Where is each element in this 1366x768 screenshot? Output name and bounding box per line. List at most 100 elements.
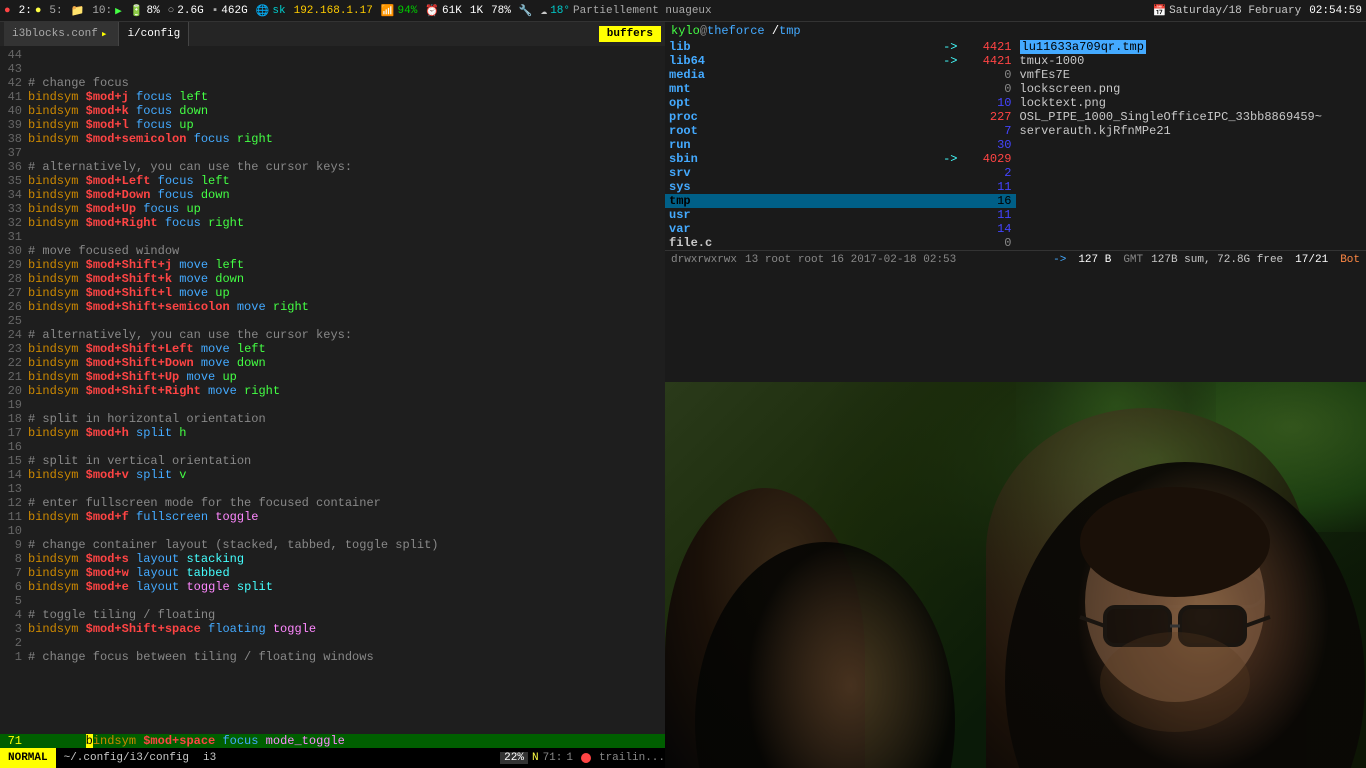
line-number: 40 <box>0 104 28 118</box>
file-browser[interactable]: kylo@theforce /tmp lib-> 4421lib64-> 442… <box>665 22 1366 382</box>
scene-svg <box>665 382 1366 768</box>
fb-entry-size: 11 <box>962 208 1012 222</box>
fb-entry[interactable]: run30 <box>665 138 1016 152</box>
fb-entry[interactable]: proc227 <box>665 110 1016 124</box>
line-content: bindsym $mod+Shift+l move up <box>28 286 665 300</box>
fb-entry[interactable]: sbin-> 4029 <box>665 152 1016 166</box>
code-line: 17bindsym $mod+h split h <box>0 426 665 440</box>
fb-entry[interactable]: lib-> 4421 <box>665 40 1016 54</box>
wifi-pct: 94% <box>398 5 418 17</box>
code-line: 22bindsym $mod+Shift+Down move down <box>0 356 665 370</box>
line-number: 4 <box>0 608 28 622</box>
fb-entry-arrow: -> <box>922 152 962 166</box>
editor-content[interactable]: 44 43 42# change focus41bindsym $mod+j f… <box>0 46 665 734</box>
line-number: 41 <box>0 90 28 104</box>
fb-entry-name: root <box>669 124 962 138</box>
line-number: 24 <box>0 328 28 342</box>
fb-entry-size: 30 <box>962 138 1012 152</box>
tab-iconfig-label: i/config <box>127 28 180 40</box>
status-col: 1 <box>566 752 573 764</box>
clock-icon: ⏰ <box>425 4 439 18</box>
fb-left-col: lib-> 4421lib64-> 4421media0mnt0opt10pro… <box>665 40 1016 250</box>
code-line: 5 <box>0 594 665 608</box>
workspace-1[interactable]: ● <box>4 5 11 17</box>
code-line: 28bindsym $mod+Shift+k move down <box>0 272 665 286</box>
line-content: # alternatively, you can use the cursor … <box>28 160 665 174</box>
fb-footer-perms: drwxrwxrwx <box>671 253 737 267</box>
tab-iconfig[interactable]: i/config <box>119 22 189 46</box>
fb-right-value: lu11633a709qr.tmp <box>1020 40 1146 54</box>
fb-entry[interactable]: sys11 <box>665 180 1016 194</box>
fb-entry[interactable]: lib64-> 4421 <box>665 54 1016 68</box>
weather-desc: Partiellement nuageux <box>573 5 712 17</box>
line-content <box>28 594 665 608</box>
tab-buffers[interactable]: buffers <box>599 26 661 42</box>
fb-entry[interactable]: usr11 <box>665 208 1016 222</box>
fb-entry[interactable]: var14 <box>665 222 1016 236</box>
line-number: 36 <box>0 160 28 174</box>
wrench-item: 🔧 <box>519 4 533 18</box>
code-line: 16 <box>0 440 665 454</box>
code-line: 29bindsym $mod+Shift+j move left <box>0 258 665 272</box>
workspace-2[interactable]: 2: ● <box>19 5 42 17</box>
line-number: 11 <box>0 510 28 524</box>
fb-entry-name: file.c <box>669 236 962 250</box>
fb-entry-name: mnt <box>669 82 962 96</box>
code-line: 31 <box>0 230 665 244</box>
editor-tabs: i3blocks.conf ▸ i/config buffers <box>0 22 665 46</box>
workspace-2-label: 2: <box>19 5 32 17</box>
workspace-5-label: 5: <box>49 5 62 17</box>
fb-entry[interactable]: file.c0 <box>665 236 1016 250</box>
code-line: 23bindsym $mod+Shift+Left move left <box>0 342 665 356</box>
code-line: 12# enter fullscreen mode for the focuse… <box>0 496 665 510</box>
net-label: sk <box>272 5 285 17</box>
topbar: ● 2: ● 5: 📁 10: ▶ 🔋 8% ○ 2.6G ▪ 462G 🌐 s… <box>0 0 1366 22</box>
workspace-10[interactable]: 10: ▶ <box>92 4 121 18</box>
line-content: # alternatively, you can use the cursor … <box>28 328 665 342</box>
line-number: 27 <box>0 286 28 300</box>
code-line: 26bindsym $mod+Shift+semicolon move righ… <box>0 300 665 314</box>
line-number: 5 <box>0 594 28 608</box>
workspace-5[interactable]: 5: <box>49 5 62 17</box>
fb-entry[interactable]: media0 <box>665 68 1016 82</box>
line-content: bindsym $mod+v split v <box>28 468 665 482</box>
fb-entry[interactable]: root7 <box>665 124 1016 138</box>
code-line: 8bindsym $mod+s layout stacking <box>0 552 665 566</box>
right-panel: kylo@theforce /tmp lib-> 4421lib64-> 442… <box>665 22 1366 768</box>
status-nav-icon: N <box>532 752 539 764</box>
status-trailing: trailin... <box>599 752 665 764</box>
fb-entry[interactable]: opt10 <box>665 96 1016 110</box>
fb-entry-size: 227 <box>962 110 1012 124</box>
code-line: 10 <box>0 524 665 538</box>
line-content: bindsym $mod+Right focus right <box>28 216 665 230</box>
line-content: bindsym $mod+j focus left <box>28 90 665 104</box>
ram-item: ○ 2.6G <box>168 5 204 17</box>
code-line: 20bindsym $mod+Shift+Right move right <box>0 384 665 398</box>
line-number: 1 <box>0 650 28 664</box>
line-content <box>28 62 665 76</box>
time-value: 02:54:59 <box>1309 5 1362 17</box>
line-content <box>28 146 665 160</box>
status-file: ~/.config/i3/config <box>56 752 197 764</box>
fb-entry[interactable]: mnt0 <box>665 82 1016 96</box>
fb-entry[interactable]: srv2 <box>665 166 1016 180</box>
line-number: 20 <box>0 384 28 398</box>
workspace-folder[interactable]: 📁 <box>71 4 85 18</box>
image-panel <box>665 382 1366 768</box>
fb-entry[interactable]: tmp16 <box>665 194 1016 208</box>
line-number: 22 <box>0 356 28 370</box>
fb-entry-name: proc <box>669 110 962 124</box>
fb-entry-size: 0 <box>962 82 1012 96</box>
fb-entry-size: 0 <box>962 68 1012 82</box>
code-line: 3bindsym $mod+Shift+space floating toggl… <box>0 622 665 636</box>
fb-footer-sum: 127B sum, 72.8G free <box>1151 253 1283 267</box>
tab-i3blocks[interactable]: i3blocks.conf ▸ <box>4 22 119 46</box>
play-icon: ▶ <box>115 4 122 18</box>
mem-value: 1K <box>470 5 483 17</box>
line-content: bindsym $mod+Shift+j move left <box>28 258 665 272</box>
fb-table: lib-> 4421lib64-> 4421media0mnt0opt10pro… <box>665 40 1366 250</box>
fb-footer-gmt: GMT <box>1123 253 1143 267</box>
fb-footer-size: 127 B <box>1074 253 1115 267</box>
line-number: 9 <box>0 538 28 552</box>
line-content: bindsym $mod+w layout tabbed <box>28 566 665 580</box>
